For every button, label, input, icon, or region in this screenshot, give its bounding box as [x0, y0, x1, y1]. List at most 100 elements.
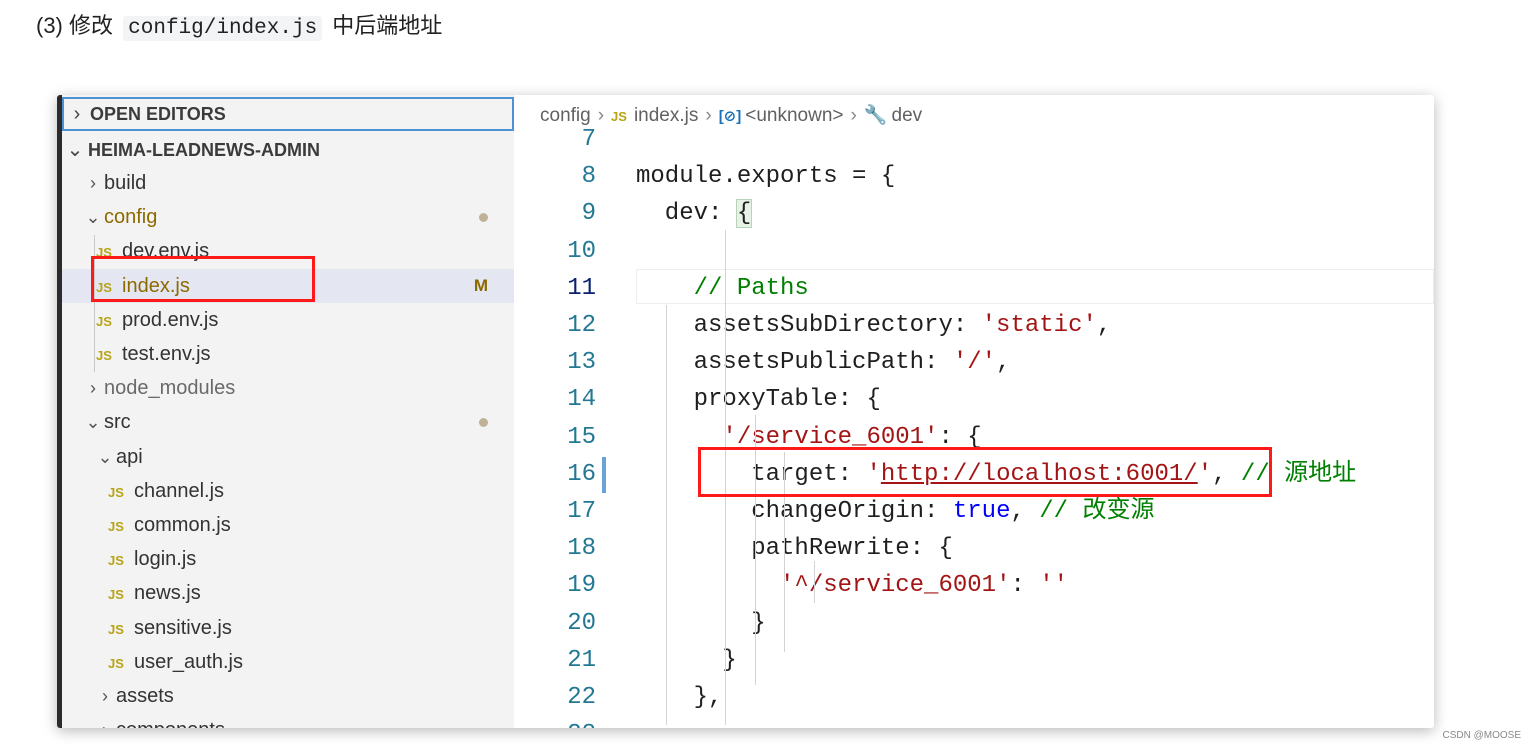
code-token: '' — [1039, 572, 1069, 600]
line-text: '^/service_6001': '' — [636, 567, 1068, 604]
line-number: 17 — [567, 498, 596, 525]
tree-item[interactable]: JS login.js — [62, 542, 514, 576]
tree-item-label: sensitive.js — [134, 616, 232, 639]
line-text: assetsPublicPath: '/', — [636, 344, 1011, 381]
breadcrumb-symbol[interactable]: <unknown> — [745, 105, 843, 126]
chevron-down-icon: ⌄ — [85, 412, 101, 433]
chevron-right-icon: › — [705, 105, 712, 126]
chevron-down-icon: ⌄ — [97, 446, 113, 467]
code-token: assetsPublicPath: — [636, 349, 953, 377]
tree-item[interactable]: › build — [62, 166, 514, 200]
line-text: } — [636, 605, 766, 642]
tree-item-label: news.js — [134, 582, 201, 605]
vscode-screenshot: › OPEN EDITORS ⌄ HEIMA-LEADNEWS-ADMIN › bui… — [57, 95, 1434, 728]
indent-guide — [666, 305, 667, 725]
js-file-icon: JS — [108, 655, 124, 671]
breadcrumb-file[interactable]: index.js — [634, 105, 698, 126]
tree-item-label: src — [104, 411, 131, 434]
tree-item[interactable]: JS prod.env.js — [62, 303, 514, 337]
code-line[interactable]: 9 dev: { — [514, 195, 1434, 232]
code-token: } — [636, 609, 766, 637]
js-file-icon: JS — [108, 519, 124, 534]
breadcrumb-folder[interactable]: config — [540, 105, 591, 126]
code-line[interactable]: 14 proxyTable: { — [514, 381, 1434, 418]
code-token: 'static' — [981, 312, 1097, 339]
code-token: dev: — [636, 200, 737, 228]
tree-item[interactable]: ⌄ config — [62, 200, 514, 234]
code-line[interactable]: 10 — [514, 233, 1434, 270]
chevron-right-icon: › — [850, 105, 857, 126]
tree-item[interactable]: JS user_auth.js — [62, 645, 514, 679]
line-number: 12 — [567, 312, 596, 339]
code-line[interactable]: 11 // Paths — [514, 270, 1434, 307]
line-text: }, — [636, 679, 723, 716]
tree-item[interactable]: JS common.js — [62, 508, 514, 542]
js-file-icon: JS — [96, 348, 112, 363]
heading-prefix: (3) 修改 — [36, 13, 114, 38]
tree-item-label: components — [116, 719, 225, 728]
tree-item[interactable]: ›components — [62, 713, 514, 728]
code-line[interactable]: 21 } — [514, 642, 1434, 679]
tree-item[interactable]: JS test.env.js — [62, 337, 514, 371]
code-line[interactable]: 23 — [514, 716, 1434, 728]
tree-item-label: user_auth.js — [134, 650, 243, 673]
js-file-icon: JS — [611, 109, 627, 124]
open-editors-header[interactable]: › OPEN EDITORS — [62, 97, 514, 131]
js-file-icon: JS — [108, 587, 124, 603]
modified-dot-icon — [479, 213, 488, 223]
project-header[interactable]: ⌄ HEIMA-LEADNEWS-ADMIN — [62, 133, 514, 167]
tree-item-label: test.env.js — [122, 343, 211, 365]
chevron-right-icon: › — [94, 713, 116, 728]
line-text: module.exports = { — [636, 158, 895, 195]
tree-item[interactable]: JS sensitive.js — [62, 611, 514, 645]
code-token: { — [735, 199, 753, 229]
tree-item[interactable]: › node_modules — [62, 371, 514, 405]
breadcrumb-property[interactable]: dev — [892, 105, 923, 126]
code-line[interactable]: 20 } — [514, 605, 1434, 642]
code-token: , — [996, 349, 1011, 377]
code-line[interactable]: 19 '^/service_6001': '' — [514, 567, 1434, 604]
open-editors-label: OPEN EDITORS — [90, 104, 226, 124]
js-file-icon: JS — [108, 484, 124, 500]
heading-suffix: 中后端地址 — [332, 13, 443, 38]
chevron-right-icon: › — [90, 173, 96, 193]
code-line[interactable]: 12 assetsSubDirectory: 'static', — [514, 307, 1434, 344]
chevron-right-icon: › — [102, 686, 108, 706]
line-number: 16 — [567, 460, 596, 488]
tree-item[interactable]: ⌄ src — [62, 405, 514, 439]
tree-item[interactable]: JS channel.js — [62, 474, 514, 508]
line-text: assetsSubDirectory: 'static', — [636, 307, 1112, 344]
line-number: 21 — [567, 646, 596, 674]
code-token: true — [952, 498, 1011, 525]
chevron-right-icon: › — [597, 105, 605, 126]
modified-dot-icon — [479, 418, 488, 428]
code-token: // Paths — [636, 274, 809, 302]
js-file-icon: JS — [108, 621, 124, 637]
tree-item[interactable]: › assets — [62, 679, 514, 713]
tree-item-label: prod.env.js — [122, 308, 219, 331]
line-number: 8 — [581, 163, 596, 191]
code-line[interactable]: 22 }, — [514, 679, 1434, 716]
line-number: 11 — [567, 274, 596, 302]
symbol-variable-icon: [⊘] — [718, 108, 742, 125]
breadcrumb: config › JS index.js › [⊘] <unknown> › 🔧 dev — [540, 99, 922, 133]
indent-guide — [814, 561, 815, 603]
code-token: pathRewrite: { — [636, 535, 953, 563]
code-line[interactable]: 17 changeOrigin: true, // 改变源 — [514, 493, 1434, 530]
chevron-down-icon: ⌄ — [66, 139, 84, 161]
code-line[interactable]: 8 module.exports = { — [514, 158, 1434, 195]
code-line[interactable]: 13 assetsPublicPath: '/', — [514, 344, 1434, 381]
code-token: proxyTable: { — [636, 386, 881, 414]
tree-item-label: node_modules — [104, 377, 236, 400]
code-line[interactable]: 18 pathRewrite: { — [514, 530, 1434, 567]
line-number: 13 — [567, 349, 596, 377]
instruction-heading: (3) 修改 config/index.js 中后端地址 — [36, 10, 442, 45]
code-area[interactable]: 7 8 module.exports = {9 dev: {10 11 // Path… — [514, 95, 1434, 728]
code-editor[interactable]: 7 8 module.exports = {9 dev: {10 11 // Path… — [514, 95, 1434, 728]
tree-item[interactable]: ⌄ api — [62, 440, 514, 474]
tree-item[interactable]: JS news.js — [62, 576, 514, 610]
js-file-icon: JS — [96, 313, 112, 329]
tree-item-label: build — [104, 172, 147, 194]
chevron-right-icon: › — [90, 378, 96, 399]
line-number: 22 — [567, 684, 596, 711]
